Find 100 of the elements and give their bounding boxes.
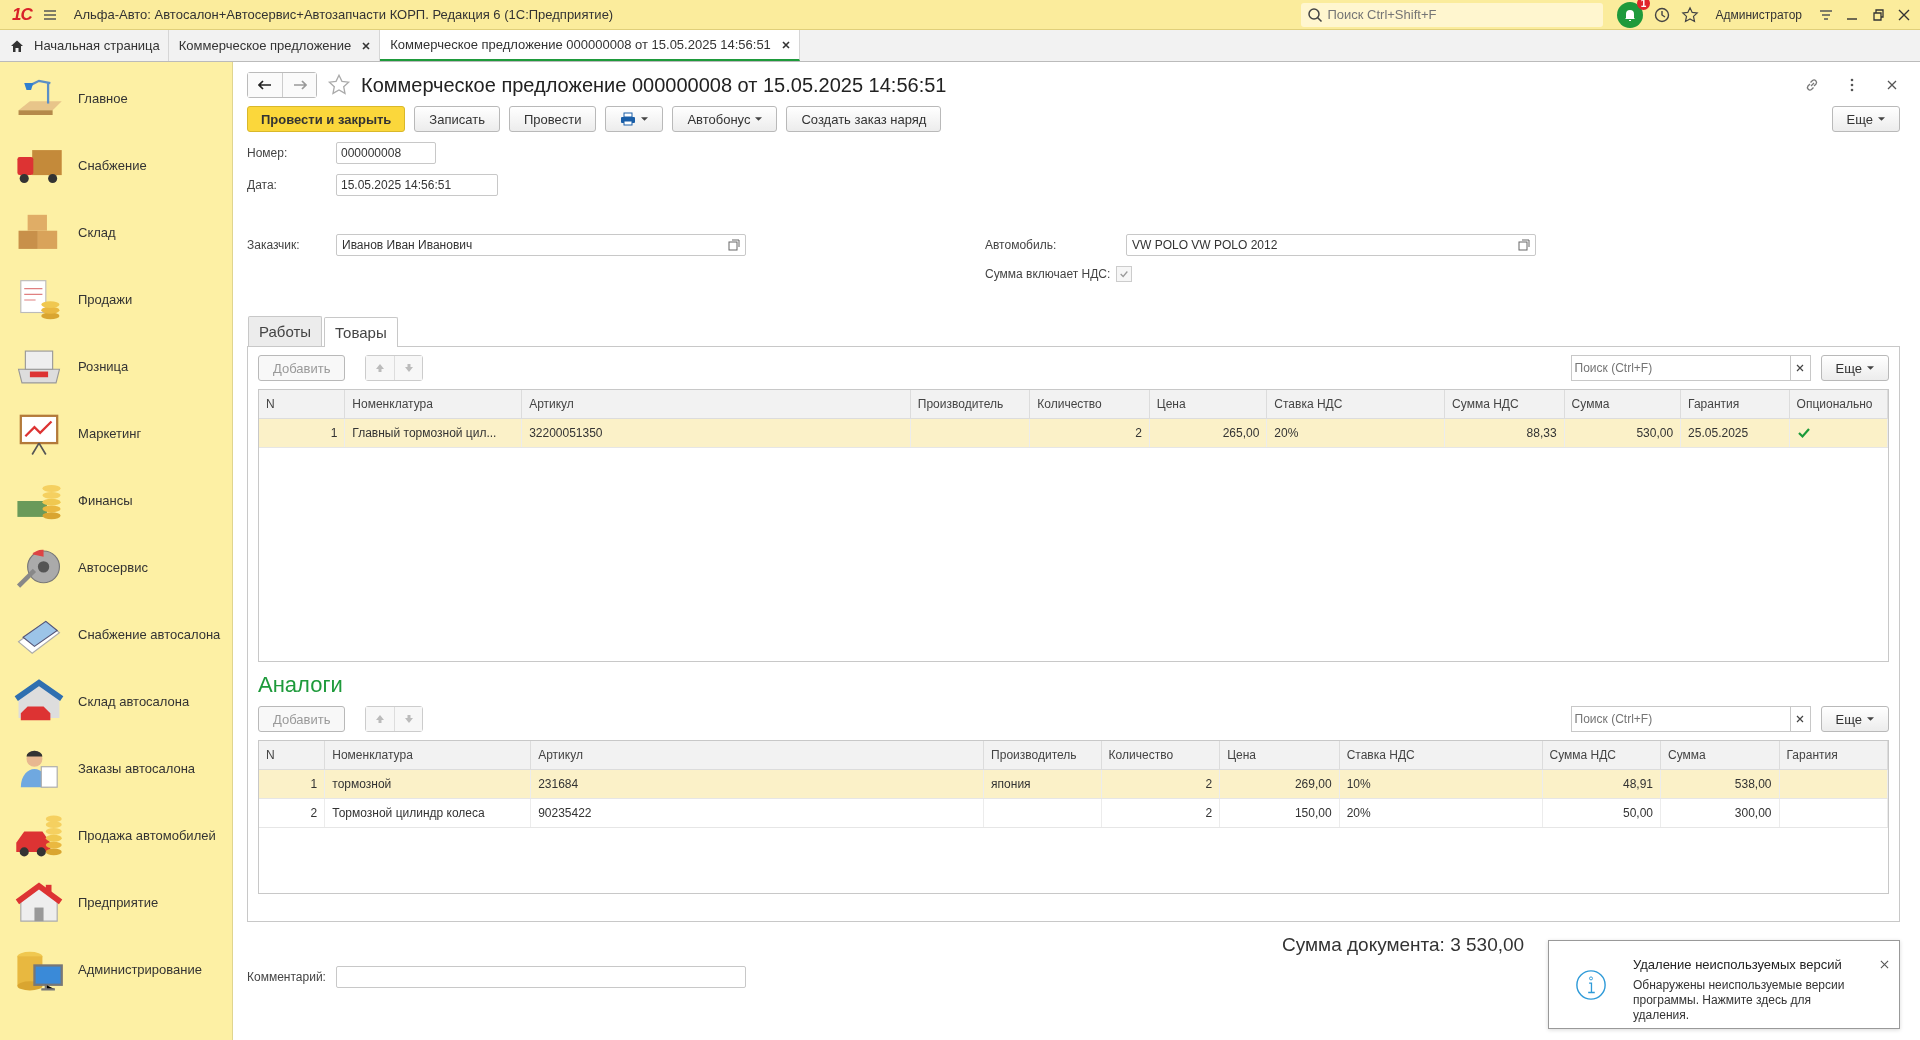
document-total: Сумма документа: 3 530,00	[1282, 934, 1525, 956]
column-header[interactable]: N	[259, 390, 346, 419]
history-icon[interactable]	[1653, 5, 1672, 24]
sidebar-item[interactable]: Маркетинг	[0, 400, 232, 467]
document-tab[interactable]: Начальная страница	[0, 30, 169, 61]
column-header[interactable]: Количество	[1030, 390, 1150, 419]
column-header[interactable]: Артикул	[522, 390, 911, 419]
caret-icon	[1878, 117, 1885, 121]
link-icon[interactable]	[1804, 77, 1820, 93]
column-header[interactable]: Сумма НДС	[1445, 390, 1565, 419]
caret-icon	[1867, 366, 1874, 370]
table-cell: 1	[259, 770, 326, 798]
search-field[interactable]: Поиск (Ctrl+F)	[1570, 355, 1791, 381]
sidebar-item[interactable]: Администрирование	[0, 936, 232, 1003]
column-header[interactable]: Ставка НДС	[1339, 741, 1543, 770]
sidebar-item[interactable]: Розница	[0, 333, 232, 400]
form-tab[interactable]: Работы	[248, 316, 323, 346]
customer-field[interactable]: Иванов Иван Иванович	[336, 234, 746, 256]
table-cell: 2	[1101, 770, 1221, 798]
sidebar-item[interactable]: Снабжение	[0, 132, 232, 199]
column-header[interactable]: Сумма	[1564, 390, 1682, 419]
table-cell: 530,00	[1564, 419, 1682, 447]
user-name[interactable]: Администратор	[1715, 7, 1802, 22]
car-field[interactable]: VW POLO VW POLO 2012	[1126, 234, 1536, 256]
star-icon[interactable]	[327, 73, 351, 97]
open-window-icon[interactable]	[728, 239, 740, 251]
sidebar-item[interactable]: Главное	[0, 65, 232, 132]
sidebar-item[interactable]: Продажа автомобилей	[0, 802, 232, 869]
table-cell: Главный тормозной цил...	[345, 419, 523, 447]
table-cell: 300,00	[1661, 799, 1780, 827]
table-cell: 269,00	[1220, 770, 1340, 798]
arrow-left-icon	[258, 78, 272, 92]
column-header[interactable]: Производитель	[910, 390, 1031, 419]
sidebar-item[interactable]: Предприятие	[0, 869, 232, 936]
table-row[interactable]: 1 Главный тормозной цил... 32200051350 2 265,00 20% 88,33 530,00 25.05.2025	[259, 419, 1888, 448]
column-header[interactable]: Сумма	[1661, 741, 1780, 770]
column-header[interactable]: Гарантия	[1681, 390, 1790, 419]
sidebar-item[interactable]: Продажи	[0, 266, 232, 333]
caret-icon	[1867, 717, 1874, 721]
sidebar-item[interactable]: Склад автосалона	[0, 668, 232, 735]
table-row[interactable]: 2 Тормозной цилиндр колеса 90235422 2 150,00 20% 50,00 300,00	[259, 799, 1888, 828]
toolbar-button[interactable]: Записать	[414, 106, 500, 132]
column-header[interactable]: N	[259, 741, 326, 770]
date-field[interactable]: 15.05.2025 14:56:51	[336, 174, 498, 196]
table-cell: 265,00	[1149, 419, 1268, 447]
window-title: Альфа-Авто: Автосалон+Автосервис+Автозапчасти КОРП. Редакция 6 (1С:Предприятие)	[73, 7, 614, 22]
checkbox[interactable]	[1116, 266, 1133, 282]
back-button[interactable]	[248, 73, 282, 97]
column-header[interactable]: Цена	[1149, 390, 1268, 419]
close-icon[interactable]	[361, 40, 372, 51]
arrow-up-icon	[375, 714, 386, 724]
column-header[interactable]: Номенклатура	[325, 741, 532, 770]
column-header[interactable]: Гарантия	[1779, 741, 1888, 770]
table-cell: 32200051350	[522, 419, 911, 447]
table-cell: тормозной	[325, 770, 532, 798]
form-tab[interactable]: Товары	[324, 317, 398, 347]
column-header[interactable]: Производитель	[984, 741, 1102, 770]
arrow-right-icon	[292, 78, 307, 92]
more-button[interactable]: Еще	[1820, 706, 1889, 732]
more-button[interactable]: Еще	[1831, 106, 1900, 132]
table-cell: 50,00	[1542, 799, 1661, 827]
sidebar-item[interactable]: Автосервис	[0, 534, 232, 601]
sidebar-item[interactable]: Склад	[0, 199, 232, 266]
comment-field[interactable]	[336, 966, 746, 988]
notification-popup[interactable]: Удаление неиспользуемых версий Обнаружены неиспользуемые версии программы. Нажмите здесь для удаления.	[1548, 940, 1900, 1029]
caret-icon	[755, 117, 763, 121]
close-icon[interactable]	[780, 39, 791, 50]
document-tab[interactable]: Коммерческое предложение 000000008 от 15.05.2025 14:56:51	[380, 30, 800, 61]
column-header[interactable]: Ставка НДС	[1267, 390, 1446, 419]
column-header[interactable]: Номенклатура	[345, 390, 523, 419]
restore-icon[interactable]	[1870, 6, 1886, 23]
table-cell: 10%	[1339, 770, 1543, 798]
column-header[interactable]: Цена	[1220, 741, 1340, 770]
notifications-button[interactable]	[1617, 1, 1644, 28]
table-row[interactable]: 1 тормозной 231684 япония 2 269,00 10% 48,91 538,00	[259, 770, 1888, 799]
star-icon[interactable]	[1681, 5, 1700, 24]
more-button[interactable]: Еще	[1820, 355, 1889, 381]
column-header[interactable]: Сумма НДС	[1542, 741, 1661, 770]
column-header[interactable]: Артикул	[531, 741, 985, 770]
sidebar-item[interactable]: Заказы автосалона	[0, 735, 232, 802]
document-title: Коммерческое предложение 000000008 от 15.05.2025 14:56:51	[361, 73, 947, 97]
close-icon[interactable]	[1880, 960, 1889, 969]
toolbar-button[interactable]: Создать заказ наряд	[786, 106, 942, 132]
clear-button[interactable]	[1790, 706, 1811, 732]
table-cell: 2	[1101, 799, 1221, 827]
clear-button[interactable]	[1790, 355, 1811, 381]
sidebar-item[interactable]: Снабжение автосалона	[0, 601, 232, 668]
column-header[interactable]: Опционально	[1789, 390, 1888, 419]
dropdown-button[interactable]: Автобонус	[672, 106, 778, 132]
sidebar-item[interactable]: Финансы	[0, 467, 232, 534]
search-field[interactable]: Поиск Ctrl+Shift+F	[1301, 2, 1604, 27]
column-header[interactable]: Количество	[1101, 741, 1221, 770]
app-logo: 1С	[12, 4, 32, 25]
toolbar-button[interactable]: Провести	[508, 106, 597, 132]
checkmark-icon	[1119, 269, 1130, 279]
number-field[interactable]: 000000008	[336, 142, 436, 164]
search-field[interactable]: Поиск (Ctrl+F)	[1570, 706, 1791, 732]
print-button[interactable]	[605, 106, 664, 132]
post-and-close-button[interactable]: Провести и закрыть	[247, 106, 406, 132]
open-window-icon[interactable]	[1518, 239, 1530, 251]
